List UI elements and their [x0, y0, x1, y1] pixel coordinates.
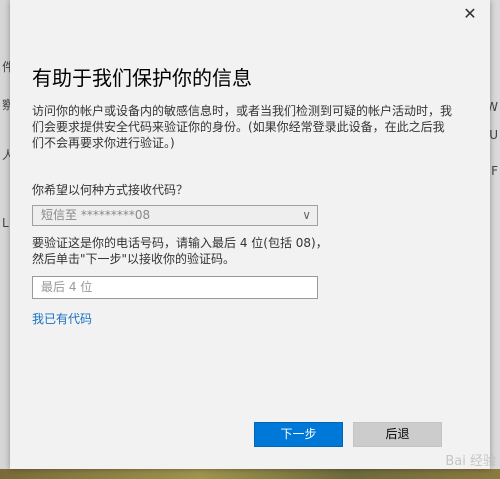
verify-instruction: 要验证这是你的电话号码，请输入最后 4 位(包括 08)，然后单击"下一步"以接… — [32, 236, 328, 266]
next-button[interactable]: 下一步 — [254, 422, 343, 447]
verification-dialog: ✕ 有助于我们保护你的信息 访问你的帐户或设备内的敏感信息时，或者当我们检测到可… — [10, 0, 490, 469]
background-text: F — [491, 164, 498, 178]
last-digits-placeholder: 最后 4 位 — [41, 280, 93, 294]
method-question: 你希望以何种方式接收代码？ — [32, 183, 189, 197]
baidu-watermark: Bai 经验 — [445, 454, 496, 469]
background-text: L — [2, 216, 9, 230]
close-icon[interactable]: ✕ — [460, 4, 480, 24]
have-code-link[interactable]: 我已有代码 — [32, 310, 92, 327]
desktop-background-strip — [0, 469, 500, 479]
back-button[interactable]: 后退 — [353, 422, 442, 447]
method-select-value: 短信至 *********08 — [41, 208, 151, 222]
dialog-title: 有助于我们保护你的信息 — [32, 66, 252, 90]
dialog-description: 访问你的帐户或设备内的敏感信息时，或者当我们检测到可疑的帐户活动时，我们会要求提… — [32, 104, 453, 150]
method-select[interactable]: 短信至 *********08 ∨ — [32, 205, 318, 226]
last-digits-input[interactable]: 最后 4 位 — [32, 276, 318, 299]
chevron-down-icon: ∨ — [302, 208, 311, 222]
background-text: U — [489, 128, 498, 142]
